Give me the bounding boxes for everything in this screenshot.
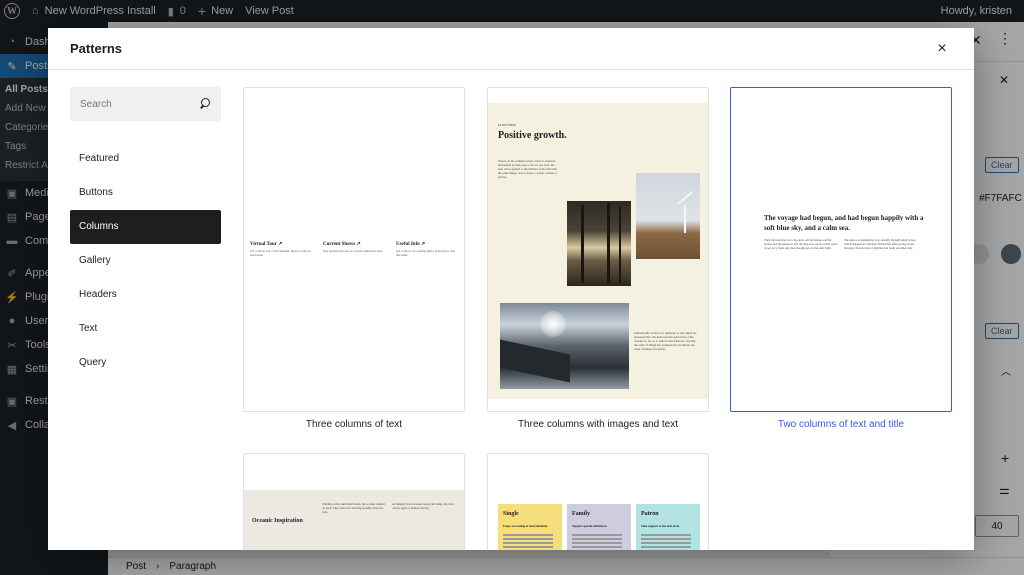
search-input[interactable]	[80, 98, 190, 110]
column-heading: Current Shows ↗	[323, 242, 361, 247]
pattern-card[interactable]: Oceanic Inspiration Winding veils round …	[243, 453, 465, 550]
column-heading: Useful Info ↗	[396, 242, 426, 247]
pattern-preview[interactable]: ECOSYSTEM Positive growth. Nature, in th…	[487, 87, 709, 412]
forest-image	[567, 201, 631, 286]
coast-image	[500, 303, 629, 389]
pattern-card[interactable]: Single Enjoy an evening of entertainment…	[487, 453, 709, 550]
tier-subtitle: Enjoy an evening of entertainment.	[503, 524, 549, 528]
pattern-preview[interactable]: Single Enjoy an evening of entertainment…	[487, 453, 709, 550]
wind-turbine-image	[636, 173, 700, 259]
tier-name: Single	[503, 511, 519, 517]
category-text[interactable]: Text	[70, 312, 221, 346]
close-icon[interactable]: ×	[932, 40, 952, 58]
pattern-heading: Oceanic Inspiration	[252, 518, 303, 524]
pattern-heading: Positive growth.	[498, 130, 567, 141]
pattern-eyebrow: ECOSYSTEM	[498, 123, 516, 127]
pattern-column-text: Winding veils round their heads, the wom…	[322, 502, 385, 514]
pattern-column-text: The ship was making her way steadily thr…	[844, 238, 916, 250]
pattern-caption: Two columns of text and title	[777, 419, 905, 430]
modal-title: Patterns	[70, 41, 123, 56]
category-columns[interactable]: Columns	[70, 210, 221, 244]
column-text: Get to know our opening times, ticket pr…	[396, 249, 455, 257]
category-query[interactable]: Query	[70, 346, 221, 380]
modal-body: Featured Buttons Columns Gallery Headers…	[48, 70, 974, 550]
pattern-categories-panel: Featured Buttons Columns Gallery Headers…	[48, 70, 224, 550]
beige-panel: Oceanic Inspiration Winding veils round …	[244, 490, 464, 550]
pattern-preview[interactable]: Virtual Tour ↗ Get a virtual tour of the…	[243, 87, 465, 412]
pattern-column-text: As industry has increased along the bank…	[392, 502, 454, 510]
pattern-preview[interactable]: Oceanic Inspiration Winding veils round …	[243, 453, 465, 550]
tier-name: Patron	[641, 511, 659, 517]
pattern-card[interactable]: Virtual Tour ↗ Get a virtual tour of the…	[243, 87, 465, 437]
tier-subtitle: Support special exhibitions.	[572, 524, 608, 528]
pattern-column-text: They followed her on to the deck. All th…	[764, 238, 838, 250]
column-heading: Virtual Tour ↗	[250, 242, 283, 247]
pattern-body: Undoubtedly we have no questions to ask …	[634, 331, 697, 351]
search-icon[interactable]	[199, 98, 211, 110]
column-text: Get a virtual tour of the museum. Ideal …	[250, 249, 311, 257]
modal-header: Patterns ×	[48, 28, 974, 70]
pattern-caption: Three columns with images and text	[517, 419, 679, 430]
category-headers[interactable]: Headers	[70, 278, 221, 312]
category-featured[interactable]: Featured	[70, 142, 221, 176]
category-buttons[interactable]: Buttons	[70, 176, 221, 210]
search-field[interactable]	[70, 87, 221, 121]
column-text: Stay updated and see our current exhibit…	[323, 249, 383, 253]
category-gallery[interactable]: Gallery	[70, 244, 221, 278]
pattern-body: Nature, in the common sense, refers to e…	[498, 159, 557, 179]
pattern-caption: Three columns of text	[305, 419, 403, 430]
pattern-preview[interactable]: The voyage had begun, and had begun happ…	[730, 87, 952, 412]
pattern-heading: The voyage had begun, and had begun happ…	[764, 214, 924, 232]
tier-card: Single Enjoy an evening of entertainment…	[498, 504, 562, 550]
tier-subtitle: Take support to the next level.	[641, 524, 680, 528]
cream-panel: ECOSYSTEM Positive growth. Nature, in th…	[488, 103, 708, 399]
pattern-card[interactable]: ECOSYSTEM Positive growth. Nature, in th…	[487, 87, 709, 437]
three-columns: Virtual Tour ↗ Get a virtual tour of the…	[250, 241, 460, 257]
tier-card: Patron Take support to the next level.	[636, 504, 700, 550]
patterns-modal: Patterns × Featured Buttons Columns Gall…	[48, 28, 974, 550]
pattern-card[interactable]: The voyage had begun, and had begun happ…	[730, 87, 952, 437]
tier-name: Family	[572, 511, 590, 517]
category-list: Featured Buttons Columns Gallery Headers…	[70, 142, 221, 380]
tier-card: Family Support special exhibitions.	[567, 504, 631, 550]
